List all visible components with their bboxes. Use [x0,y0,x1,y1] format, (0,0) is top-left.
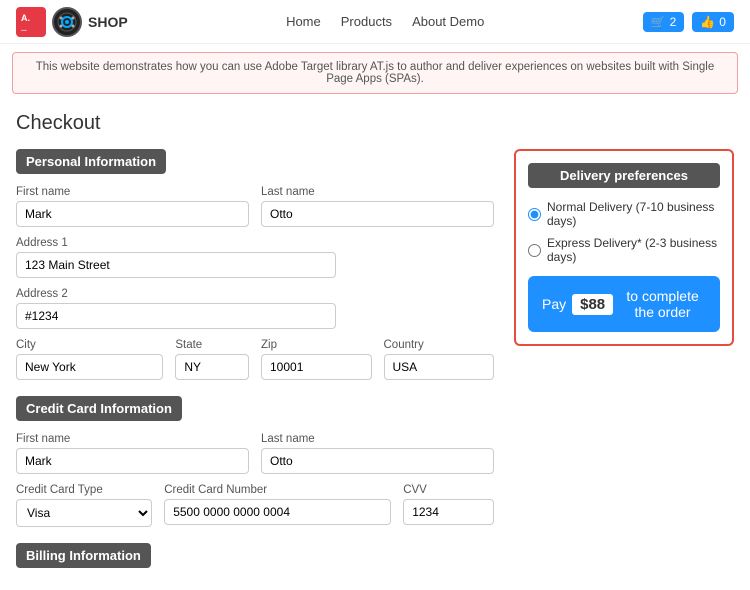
address1-label: Address 1 [16,237,494,249]
cc-first-name-group: First name [16,433,249,474]
cc-number-group: Credit Card Number [164,484,391,527]
nav-home[interactable]: Home [286,14,321,29]
left-column: Personal Information First name Last nam… [16,149,494,580]
personal-info-section: Personal Information First name Last nam… [16,149,494,380]
cvv-input[interactable] [403,499,494,525]
checkout-title: Checkout [16,112,734,135]
address1-row: Address 1 [16,237,494,278]
pay-suffix: to complete the order [619,288,706,320]
normal-delivery-option[interactable]: Normal Delivery (7-10 business days) [528,200,720,228]
svg-text:A.: A. [21,13,30,23]
checkout-container: Checkout Personal Information First name… [0,102,750,590]
nav-links: Home Products About Demo [286,14,484,29]
nav-products[interactable]: Products [341,14,392,29]
cart-icon: 🛒 [651,15,666,29]
name-row: First name Last name [16,186,494,227]
right-column: Delivery preferences Normal Delivery (7-… [514,149,734,580]
cc-last-name-group: Last name [261,433,494,474]
pay-prefix: Pay [542,296,566,312]
city-group: City [16,339,163,380]
billing-header: Billing Information [16,543,151,568]
cc-number-input[interactable] [164,499,391,525]
cvv-label: CVV [403,484,494,496]
cc-details-row: Credit Card Type Visa Mastercard Amex Cr… [16,484,494,527]
country-label: Country [384,339,495,351]
credit-card-header: Credit Card Information [16,396,182,421]
pay-button[interactable]: Pay $88 to complete the order [528,276,720,332]
banner-text: This website demonstrates how you can us… [36,61,714,85]
checkout-body: Personal Information First name Last nam… [16,149,734,580]
billing-section: Billing Information [16,543,494,580]
country-group: Country [384,339,495,380]
cc-last-name-label: Last name [261,433,494,445]
address1-input[interactable] [16,252,336,278]
zip-input[interactable] [261,354,372,380]
express-delivery-radio[interactable] [528,244,541,257]
address2-input[interactable] [16,303,336,329]
cc-first-name-label: First name [16,433,249,445]
express-delivery-label: Express Delivery* (2-3 business days) [547,236,720,264]
express-delivery-option[interactable]: Express Delivery* (2-3 business days) [528,236,720,264]
like-icon: 👍 [700,15,715,29]
first-name-label: First name [16,186,249,198]
cc-type-group: Credit Card Type Visa Mastercard Amex [16,484,152,527]
logo-circle-icon [52,7,82,37]
pay-amount: $88 [572,294,613,315]
zip-group: Zip [261,339,372,380]
cc-number-label: Credit Card Number [164,484,391,496]
like-badge[interactable]: 👍 0 [692,12,734,32]
nav-icons: 🛒 2 👍 0 [643,12,734,32]
cc-name-row: First name Last name [16,433,494,474]
header: A. ... SHOP Home Products About Demo 🛒 2 [0,0,750,44]
address2-label: Address 2 [16,288,494,300]
cc-type-label: Credit Card Type [16,484,152,496]
cc-first-name-input[interactable] [16,448,249,474]
city-state-zip-country-row: City State Zip Country [16,339,494,380]
like-count: 0 [719,15,726,29]
logo-text: SHOP [88,14,128,30]
credit-card-section: Credit Card Information First name Last … [16,396,494,527]
cc-last-name-input[interactable] [261,448,494,474]
info-banner: This website demonstrates how you can us… [12,52,738,94]
logo: A. ... SHOP [16,7,128,37]
normal-delivery-label: Normal Delivery (7-10 business days) [547,200,720,228]
svg-text:...: ... [21,26,27,33]
normal-delivery-radio[interactable] [528,208,541,221]
state-label: State [175,339,249,351]
logo-icon: A. ... [16,7,46,37]
last-name-input[interactable] [261,201,494,227]
first-name-group: First name [16,186,249,227]
zip-label: Zip [261,339,372,351]
nav-about-demo[interactable]: About Demo [412,14,484,29]
city-input[interactable] [16,354,163,380]
cart-badge[interactable]: 🛒 2 [643,12,685,32]
last-name-group: Last name [261,186,494,227]
cart-count: 2 [670,15,677,29]
cc-type-select[interactable]: Visa Mastercard Amex [16,499,152,527]
city-label: City [16,339,163,351]
first-name-input[interactable] [16,201,249,227]
country-input[interactable] [384,354,495,380]
last-name-label: Last name [261,186,494,198]
address1-group: Address 1 [16,237,494,278]
address2-group: Address 2 [16,288,494,329]
state-input[interactable] [175,354,249,380]
delivery-panel: Delivery preferences Normal Delivery (7-… [514,149,734,346]
address2-row: Address 2 [16,288,494,329]
delivery-header: Delivery preferences [528,163,720,188]
cvv-group: CVV [403,484,494,527]
personal-info-header: Personal Information [16,149,166,174]
state-group: State [175,339,249,380]
